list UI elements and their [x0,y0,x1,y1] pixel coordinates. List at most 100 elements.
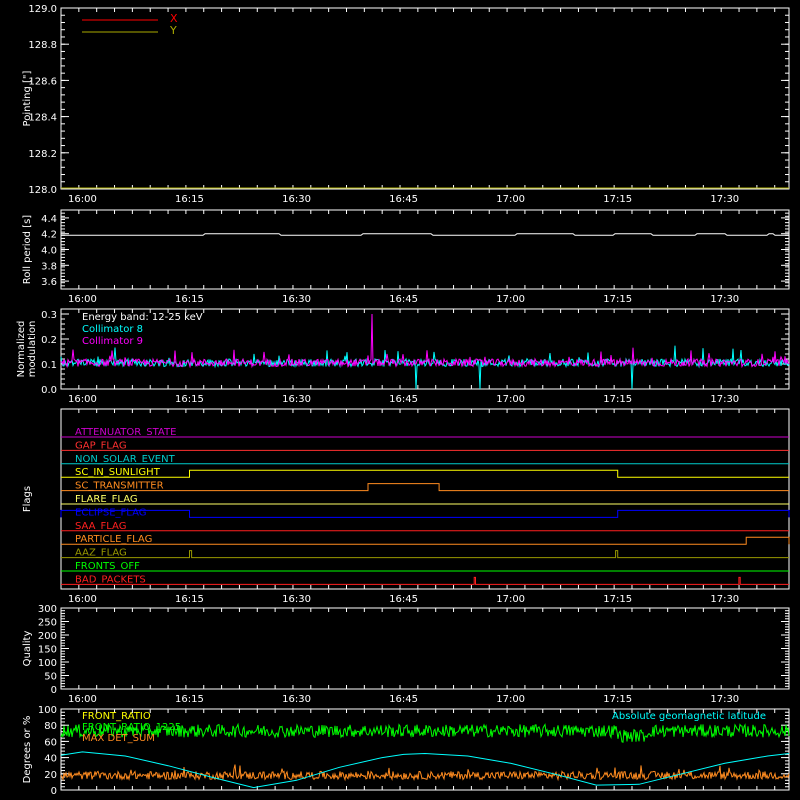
x-tick-label: 16:30 [282,594,311,605]
flag-eclipse-flag-line [60,509,790,518]
x-tick-label: 16:15 [175,394,204,405]
y-tick-label: 80 [44,721,57,732]
legend-label: FRONT_RATIO [82,711,151,722]
y-tick-label: 40 [44,754,57,765]
roll-period-line [61,233,789,236]
y-axis-label: Flags [22,486,33,512]
x-tick-label: 16:15 [175,694,204,705]
flag-aaz-flag-line [61,550,789,559]
geomagnetic-latitude-line [60,751,790,789]
flag-label: BAD_PACKETS [75,574,146,585]
flag-label: SC_IN_SUNLIGHT [75,467,161,478]
y-tick-label: 300 [38,604,57,615]
flag-label: PARTICLE_FLAG [75,534,152,545]
x-tick-label: 16:30 [282,294,311,305]
x-tick-label: 16:15 [175,194,204,205]
flag-label: GAP_FLAG [75,440,127,451]
y-tick-label: 200 [38,631,57,642]
flag-bad-packets-line [61,576,789,585]
legend-label: Collimator 9 [82,336,143,347]
y-tick-label: 129.0 [28,4,57,15]
x-tick-label: 17:30 [710,694,739,705]
x-tick-label: 17:15 [603,594,632,605]
panel-frame [60,607,790,690]
x-tick-label: 17:15 [603,694,632,705]
y-tick-label: 128.8 [28,40,57,51]
panel-5: 16:00 16:15 16:30 16:45 17:00 17:15 17:30 Quali… [22,604,790,705]
flag-sc-in-sunlight-line [61,469,789,478]
flag-sc-transmitter-line [61,483,789,492]
x-tick-label: 17:15 [603,294,632,305]
x-tick-label: 17:00 [496,694,525,705]
max-det-sum-line [60,764,790,782]
y-tick-label: 4.4 [41,214,57,225]
x-tick-label: 17:15 [603,394,632,405]
series-collimator-8-line [60,345,790,390]
x-tick-label: 16:30 [282,694,311,705]
panel-1: 16:00 16:15 16:30 16:45 17:00 17:15 17:30Point… [22,4,790,205]
x-tick-label: 17:30 [710,194,739,205]
x-tick-label: 16:30 [282,394,311,405]
y-tick-label: 50 [44,672,57,683]
y-tick-label: 20 [44,770,57,781]
x-tick-label: 16:00 [68,594,97,605]
y-tick-label: 60 [44,737,57,748]
legend-label: Y [169,24,177,37]
legend-label: Collimator 8 [82,324,143,335]
chart-canvas: 16:00 16:15 16:30 16:45 17:00 17:15 17:30Point… [16,4,790,797]
flag-label: FLARE_FLAG [75,494,138,505]
panel-3: 16:00 16:15 16:30 16:45 17:00 17:15 17:30 Norma… [16,308,790,405]
legend-label: Absolute geomagnetic latitude [612,711,766,722]
flag-label: AAZ_FLAG [75,548,127,559]
y-tick-label: 4.2 [41,230,57,241]
x-tick-label: 17:00 [496,294,525,305]
y-tick-label: 250 [38,618,57,629]
y-tick-label: 0.2 [41,335,57,346]
x-tick-label: 16:45 [389,194,418,205]
x-tick-label: 17:15 [603,194,632,205]
legend-label: FRONT_RATIO_1225 [82,722,181,733]
flag-label: ATTENUATOR_STATE [75,427,176,438]
y-tick-label: 3.8 [41,261,57,272]
y-tick-label: 128.4 [28,113,57,124]
flag-label: FRONTS_OFF [75,561,140,572]
x-tick-label: 16:15 [175,594,204,605]
x-tick-label: 17:30 [710,594,739,605]
y-tick-label: 0.3 [41,310,57,321]
y-tick-label: 4.0 [41,246,57,257]
panel-6: Degrees or % 0 20 40 60 80 100 FRONT_RATIOFRONT… [22,705,790,797]
flag-label: ECLIPSE_FLAG [75,507,146,518]
x-tick-label: 16:15 [175,294,204,305]
y-tick-label: 0 [51,786,57,797]
y-tick-label: 0.1 [41,360,57,371]
x-tick-label: 16:30 [282,194,311,205]
panel-4: 16:00 16:15 16:30 16:45 17:00 17:15 17:30 Flags… [22,408,790,605]
x-tick-label: 16:00 [68,194,97,205]
y-tick-label: 128.0 [28,185,57,196]
x-tick-label: 16:45 [389,594,418,605]
panel-frame [60,209,790,290]
legend-label: Energy band: 12-25 keV [82,312,203,323]
x-tick-label: 16:45 [389,394,418,405]
x-tick-label: 16:00 [68,294,97,305]
y-tick-label: 128.2 [28,149,57,160]
y-tick-label: 150 [38,645,57,656]
y-tick-label: 0 [51,685,57,696]
x-tick-label: 17:30 [710,294,739,305]
x-tick-label: 16:45 [389,694,418,705]
x-tick-label: 17:00 [496,394,525,405]
y-tick-label: 128.6 [28,76,57,87]
flag-label: SAA_FLAG [75,521,126,532]
x-tick-label: 16:00 [68,694,97,705]
y-axis-label: Roll period [s] [22,215,33,284]
flag-particle-flag-line [61,536,790,545]
y-tick-label: 100 [38,658,57,669]
y-axis-label: Quality [22,631,33,667]
panel-2: 16:00 16:15 16:30 16:45 17:00 17:15 17:30 Roll … [22,209,790,305]
y-tick-label: 100 [38,705,57,716]
y-axis-label: Degrees or % [22,716,33,784]
x-tick-label: 16:00 [68,394,97,405]
x-tick-label: 16:45 [389,294,418,305]
legend-label: MAX DET_SUM [82,733,155,744]
x-tick-label: 17:30 [710,394,739,405]
